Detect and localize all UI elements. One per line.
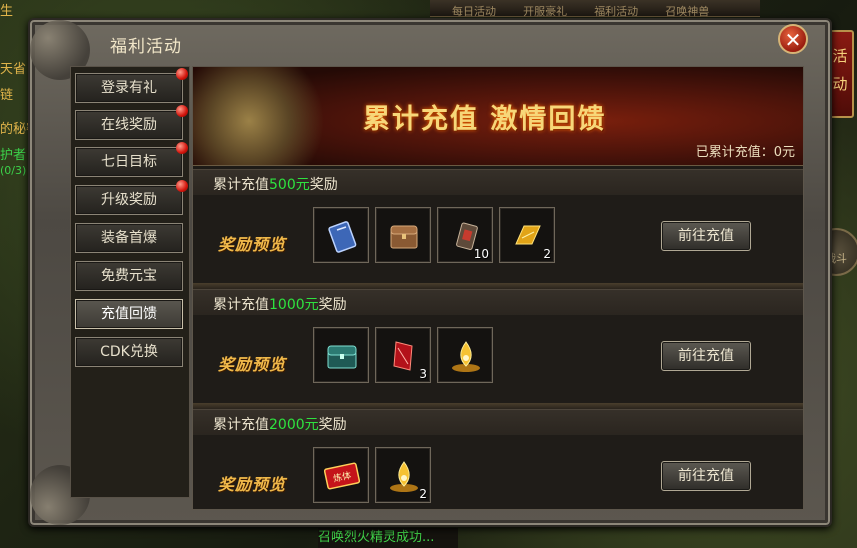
go-recharge-button[interactable]: 前往充值 (661, 341, 751, 371)
reward-tier: 累计充值1000元奖励 奖励预览 3 前往充值 (193, 289, 803, 407)
wooden-chest-icon (390, 225, 418, 249)
reward-item-slot[interactable]: 2 (375, 447, 431, 503)
golden-flame-icon (390, 461, 418, 492)
tier-title: 累计充值2000元奖励 (213, 417, 347, 433)
go-recharge-button[interactable]: 前往充值 (661, 461, 751, 491)
tier-body: 奖励预览 3 前往充值 (193, 315, 803, 403)
quest-text: 天省 (0, 62, 27, 77)
reward-item-slot[interactable]: 10 (437, 207, 493, 263)
tab-label: 充值回馈 (101, 306, 157, 322)
welfare-activity-window: 福利活动 ✕ 登录有礼 在线奖励 七日目标 升级奖励 装备首爆 免费元宝 充值回… (28, 18, 832, 527)
sidebar: 登录有礼 在线奖励 七日目标 升级奖励 装备首爆 免费元宝 充值回馈 CDK兑换 (70, 66, 190, 498)
gold-ingot-icon (515, 225, 541, 245)
tier-body: 奖励预览 炼体 2 前往充值 (193, 435, 803, 509)
item-count: 2 (543, 247, 551, 261)
tier-amount: 2000元 (269, 417, 319, 433)
tab-free-ingot[interactable]: 免费元宝 (75, 261, 183, 291)
reward-preview-label: 奖励预览 (218, 355, 287, 374)
quest-text: 链 (0, 88, 14, 103)
tab-recharge-reward[interactable]: 充值回馈 (75, 299, 183, 329)
top-bar-item[interactable]: 福利活动 (594, 3, 638, 19)
tab-cdk-redeem[interactable]: CDK兑换 (75, 337, 183, 367)
quest-text: 生 (0, 4, 14, 19)
reward-tier: 累计充值500元奖励 奖励预览 10 2 前往充值 (193, 169, 803, 287)
reward-preview-label: 奖励预览 (218, 235, 287, 254)
quest-progress: (0/3) (0, 164, 27, 177)
reward-item-slot[interactable]: 3 (375, 327, 431, 383)
jade-chest-icon (327, 345, 357, 369)
notification-dot-icon (176, 68, 188, 80)
reward-item-slot[interactable]: 炼体 (313, 447, 369, 503)
top-bar-item[interactable]: 召唤神兽 (665, 3, 709, 19)
item-count: 3 (419, 367, 427, 381)
tab-label: 装备首爆 (101, 230, 157, 246)
golden-flame-icon (452, 341, 480, 372)
tier-header: 累计充值1000元奖励 (193, 289, 803, 316)
blue-book-icon (328, 221, 357, 253)
tab-label: 升级奖励 (101, 192, 157, 208)
tier-body: 奖励预览 10 2 前往充值 (193, 195, 803, 283)
tab-label: 登录有礼 (101, 80, 157, 96)
reward-item-slot[interactable] (437, 327, 493, 383)
reward-item-slot[interactable] (375, 207, 431, 263)
tab-label: 免费元宝 (101, 268, 157, 284)
close-icon: ✕ (784, 28, 802, 52)
item-count: 10 (473, 247, 489, 261)
tier-header: 累计充值2000元奖励 (193, 409, 803, 436)
top-bar-item[interactable]: 每日活动 (452, 3, 496, 19)
tier-amount: 500元 (269, 177, 310, 193)
close-button[interactable]: ✕ (778, 24, 808, 54)
event-banner: 累计充值 激情回馈 已累计充值：0元 (193, 67, 803, 166)
tier-amount: 1000元 (269, 297, 319, 313)
content-panel: 累计充值 激情回馈 已累计充值：0元 累计充值500元奖励 奖励预览 10 2 … (192, 66, 804, 510)
window-title: 福利活动 (110, 37, 182, 57)
notification-dot-icon (176, 105, 188, 117)
red-crystal-icon (393, 341, 413, 371)
reward-tier: 累计充值2000元奖励 奖励预览 炼体 2 前往充值 (193, 409, 803, 509)
tab-label: 在线奖励 (101, 117, 157, 133)
reward-item-slot[interactable]: 2 (499, 207, 555, 263)
tier-title: 累计充值500元奖励 (213, 177, 338, 193)
banner-title: 累计充值 激情回馈 (363, 104, 607, 135)
tier-title: 累计充值1000元奖励 (213, 297, 347, 313)
refine-talisman-icon: 炼体 (324, 462, 360, 490)
tab-login-gift[interactable]: 登录有礼 (75, 68, 188, 103)
notification-dot-icon (176, 180, 188, 192)
go-recharge-button[interactable]: 前往充值 (661, 221, 751, 251)
quest-text: 护者 (0, 148, 27, 163)
reward-item-slot[interactable] (313, 207, 369, 263)
reward-preview-label: 奖励预览 (218, 475, 287, 494)
tier-header: 累计充值500元奖励 (193, 169, 803, 196)
statue-art-icon (193, 67, 333, 165)
tab-equipment-drop[interactable]: 装备首爆 (75, 223, 183, 253)
top-bar-item[interactable]: 开服豪礼 (523, 3, 567, 19)
reward-item-slot[interactable] (313, 327, 369, 383)
tab-label: CDK兑换 (100, 344, 158, 360)
total-recharged-text: 已累计充值：0元 (695, 145, 795, 160)
tab-online-reward[interactable]: 在线奖励 (75, 105, 188, 140)
item-count: 2 (419, 487, 427, 501)
notification-dot-icon (176, 142, 188, 154)
tab-label: 七日目标 (101, 154, 157, 170)
tab-level-reward[interactable]: 升级奖励 (75, 180, 188, 215)
top-activity-bar: 每日活动 开服豪礼 福利活动 召唤神兽 (430, 0, 760, 19)
system-message: 召唤烈火精灵成功... (318, 528, 458, 548)
tab-seven-day-goal[interactable]: 七日目标 (75, 142, 188, 177)
